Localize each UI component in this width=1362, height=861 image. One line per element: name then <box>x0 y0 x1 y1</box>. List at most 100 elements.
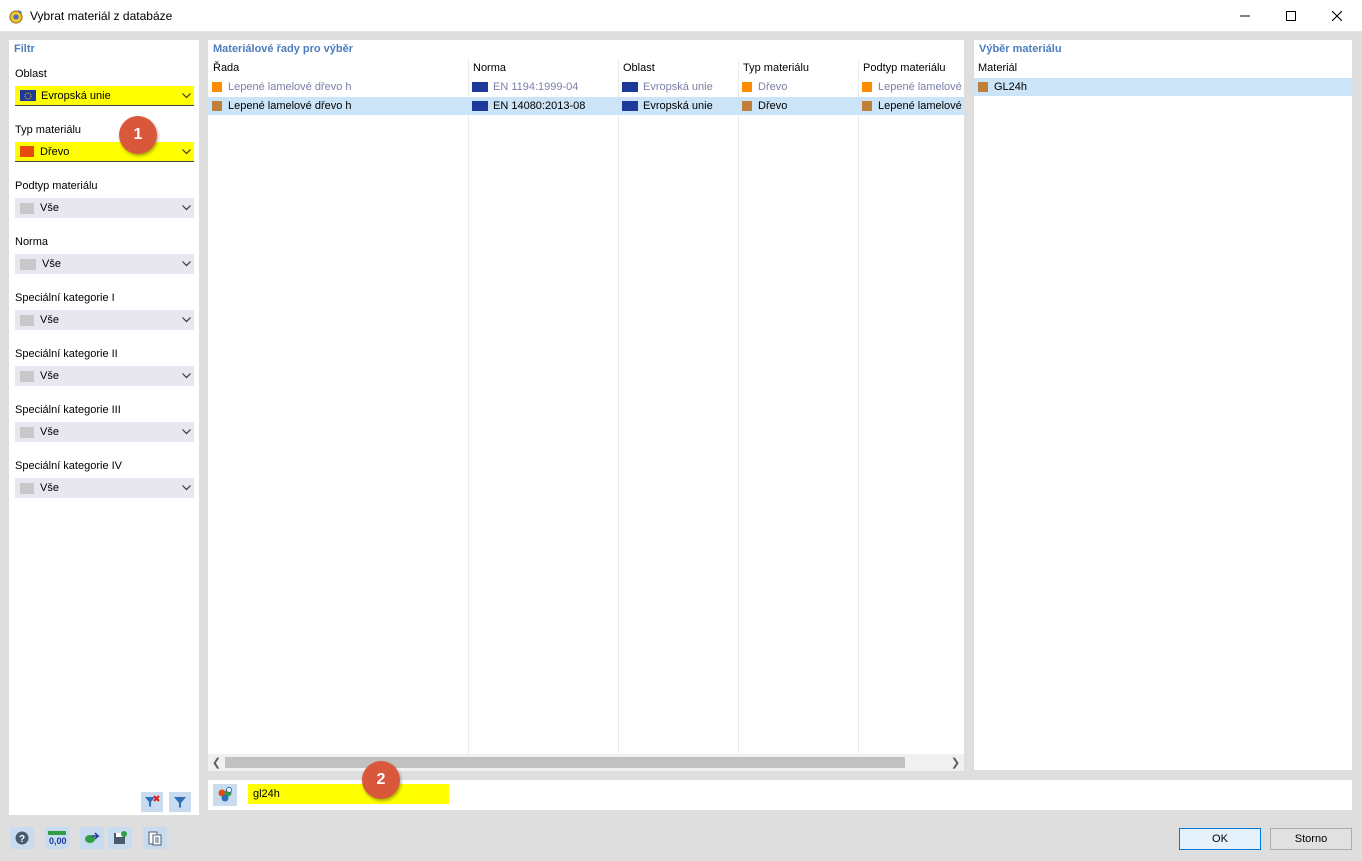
column-divider <box>468 59 469 754</box>
clear-filter-button[interactable] <box>141 792 163 812</box>
svg-text:?: ? <box>19 834 25 845</box>
chevron-down-icon <box>178 198 194 218</box>
oblast-value: Evropská unie <box>41 89 111 102</box>
minimize-button[interactable] <box>1222 0 1268 32</box>
table-row-selected[interactable]: Lepené lamelové dřevo h EN 14080:2013-08… <box>208 97 964 115</box>
material-name: GL24h <box>994 81 1028 93</box>
callout-badge-1: 1 <box>119 116 157 154</box>
spec3-value: Vše <box>40 426 59 438</box>
gray-swatch-icon <box>20 258 36 270</box>
row-text: Lepené lamelové <box>878 81 962 93</box>
gray-swatch-icon <box>20 202 34 214</box>
filter-label-typ: Typ materiálu <box>15 124 82 136</box>
cell-oblast: Evropská unie <box>622 97 736 115</box>
eu-flag-icon <box>472 101 488 111</box>
col-header-podtyp[interactable]: Podtyp materiálu <box>863 62 946 74</box>
col-header-material[interactable]: Materiál <box>978 62 1017 74</box>
series-panel: Materiálové řady pro výběr Řada Norma Ob… <box>208 40 964 771</box>
chevron-down-icon <box>178 422 194 442</box>
cell-podtyp: Lepené lamelové <box>862 78 964 96</box>
filter-label-oblast: Oblast <box>15 68 47 80</box>
typ-materialu-combo[interactable]: Dřevo <box>15 142 194 162</box>
wood-swatch-icon <box>978 82 988 92</box>
callout-badge-2: 2 <box>362 761 400 799</box>
row-text: Evropská unie <box>643 100 713 112</box>
scroll-right-icon[interactable]: ❯ <box>947 754 964 771</box>
app-icon <box>8 8 24 24</box>
filter-label-spec3: Speciální kategorie III <box>15 404 121 416</box>
wood-swatch-icon <box>212 101 222 111</box>
spec4-value: Vše <box>40 482 59 494</box>
eu-flag-icon <box>472 82 488 92</box>
col-header-typ[interactable]: Typ materiálu <box>743 62 809 74</box>
save-button[interactable] <box>108 827 132 849</box>
row-text: Lepené lamelové dřevo h <box>228 100 352 112</box>
material-title: Výběr materiálu <box>979 43 1062 55</box>
cell-rada: Lepené lamelové dřevo h <box>212 97 466 115</box>
table-row[interactable]: Lepené lamelové dřevo h EN 1194:1999-04 … <box>208 78 964 96</box>
norma-combo[interactable]: Vše <box>15 254 194 274</box>
chevron-down-icon <box>178 310 194 330</box>
eu-flag-icon <box>622 101 638 111</box>
units-button[interactable]: 0,00 <box>45 827 69 849</box>
help-button[interactable]: ? <box>10 827 34 849</box>
cell-typ: Dřevo <box>742 97 856 115</box>
horizontal-scrollbar[interactable]: ❮ ❯ <box>208 754 964 771</box>
typ-materialu-value: Dřevo <box>40 145 70 158</box>
norma-value: Vše <box>42 258 61 270</box>
ok-button[interactable]: OK <box>1179 828 1261 850</box>
column-divider <box>618 59 619 754</box>
title-bar: Vybrat materiál z databáze <box>0 0 1362 32</box>
orange-swatch-icon <box>862 82 872 92</box>
filter-button[interactable] <box>169 792 191 812</box>
specialni-kategorie-4-combo[interactable]: Vše <box>15 478 194 498</box>
search-input[interactable] <box>248 784 449 804</box>
filter-label-spec1: Speciální kategorie I <box>15 292 115 304</box>
cell-material: GL24h <box>978 78 1348 96</box>
col-header-oblast[interactable]: Oblast <box>623 62 655 74</box>
filter-label-spec4: Speciální kategorie IV <box>15 460 123 472</box>
filter-label-spec2: Speciální kategorie II <box>15 348 118 360</box>
wood-swatch-icon <box>20 146 34 157</box>
oblast-combo[interactable]: Evropská unie <box>15 86 194 106</box>
col-header-norma[interactable]: Norma <box>473 62 506 74</box>
maximize-button[interactable] <box>1268 0 1314 32</box>
specialni-kategorie-1-combo[interactable]: Vše <box>15 310 194 330</box>
window-title: Vybrat materiál z databáze <box>30 9 173 23</box>
scroll-left-icon[interactable]: ❮ <box>208 754 225 771</box>
gray-swatch-icon <box>20 314 34 326</box>
library-button[interactable] <box>143 827 167 849</box>
filter-label-norma: Norma <box>15 236 49 248</box>
specialni-kategorie-2-combo[interactable]: Vše <box>15 366 194 386</box>
chevron-down-icon <box>178 478 194 498</box>
specialni-kategorie-3-combo[interactable]: Vše <box>15 422 194 442</box>
series-title: Materiálové řady pro výběr <box>213 43 354 55</box>
series-table-header: Řada Norma Oblast Typ materiálu Podtyp m… <box>208 59 964 77</box>
list-item-selected[interactable]: GL24h <box>974 78 1352 96</box>
row-text: Lepené lamelové <box>878 100 962 112</box>
spec2-value: Vše <box>40 370 59 382</box>
search-options-button[interactable]: i <box>213 784 237 806</box>
import-button[interactable] <box>80 827 104 849</box>
column-divider <box>858 59 859 754</box>
wood-swatch-icon <box>862 101 872 111</box>
row-text: Dřevo <box>758 81 788 93</box>
column-divider <box>738 59 739 754</box>
svg-text:0,00: 0,00 <box>49 836 67 846</box>
gray-swatch-icon <box>20 426 34 438</box>
row-text: Dřevo <box>758 100 788 112</box>
scrollbar-thumb[interactable] <box>225 757 905 768</box>
filter-panel: Filtr Oblast Evropská unie Typ materiálu… <box>9 40 199 815</box>
row-text: Evropská unie <box>643 81 713 93</box>
chevron-down-icon <box>178 366 194 386</box>
close-button[interactable] <box>1314 0 1360 32</box>
cell-oblast: Evropská unie <box>622 78 736 96</box>
dialog-body: Filtr Oblast Evropská unie Typ materiálu… <box>0 32 1362 861</box>
gray-swatch-icon <box>20 482 34 494</box>
col-header-rada[interactable]: Řada <box>213 62 239 74</box>
chevron-down-icon <box>178 254 194 274</box>
cancel-button[interactable]: Storno <box>1270 828 1352 850</box>
podtyp-materialu-combo[interactable]: Vše <box>15 198 194 218</box>
row-text: Lepené lamelové dřevo h <box>228 81 352 93</box>
chevron-down-icon <box>178 142 194 162</box>
